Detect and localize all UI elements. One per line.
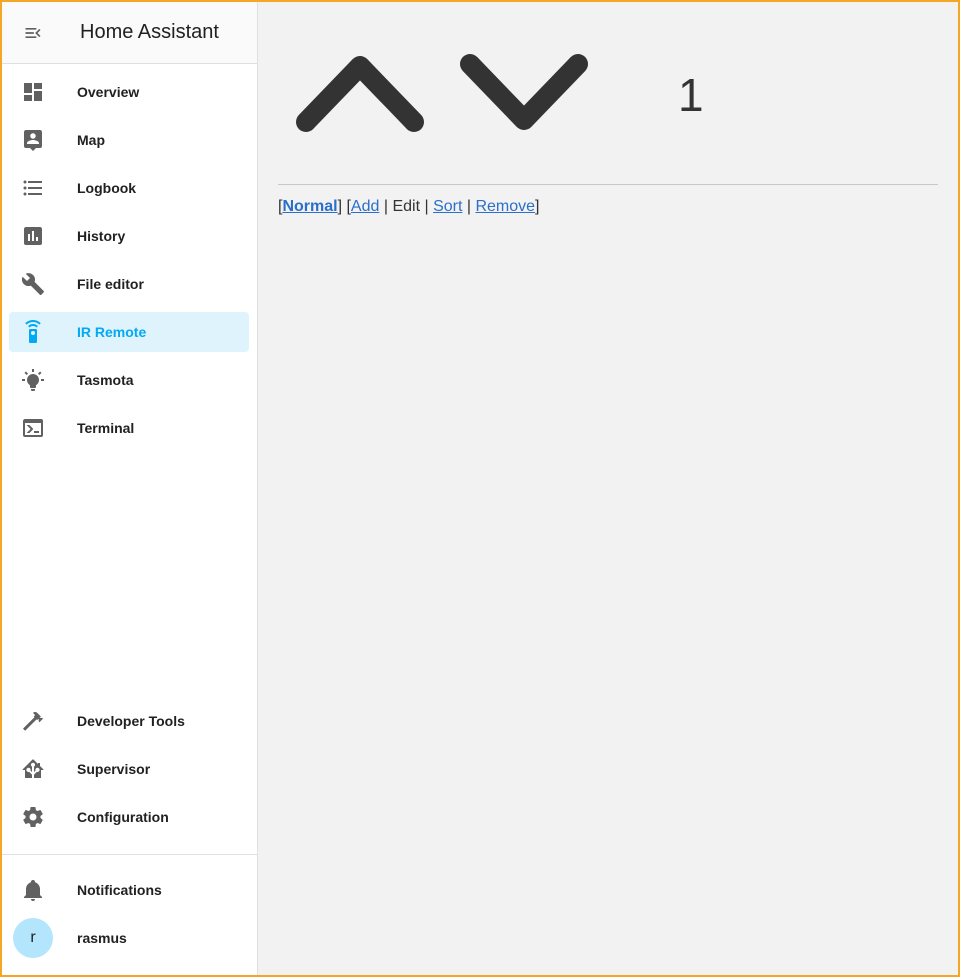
- sidebar-item-profile[interactable]: r rasmus: [9, 918, 249, 958]
- sidebar-item-developer-tools[interactable]: Developer Tools: [9, 701, 249, 741]
- remote-icon: [21, 320, 45, 344]
- sidebar-item-tasmota[interactable]: Tasmota: [9, 360, 249, 400]
- lightbulb-icon: [21, 368, 45, 392]
- sidebar-divider: [2, 854, 258, 855]
- sidebar-item-ir-remote[interactable]: IR Remote: [9, 312, 249, 352]
- sidebar: Home Assistant Overview Map Logbook Hist…: [2, 2, 258, 975]
- user-name: rasmus: [77, 930, 127, 946]
- sidebar-item-logbook[interactable]: Logbook: [9, 168, 249, 208]
- separator: [278, 184, 938, 185]
- sidebar-item-label: Supervisor: [77, 761, 151, 777]
- map-person-icon: [21, 128, 45, 152]
- sidebar-item-label: Developer Tools: [77, 713, 185, 729]
- console-icon: [21, 416, 45, 440]
- main-content: 1 [Normal] [Add | Edit | Sort | Remove]: [258, 2, 958, 975]
- mode-sort-link[interactable]: Sort: [433, 198, 462, 215]
- home-assistant-icon: [21, 757, 45, 781]
- mode-edit-text: Edit: [392, 198, 421, 215]
- bell-icon: [21, 878, 45, 902]
- mode-links: [Normal] [Add | Edit | Sort | Remove]: [278, 198, 540, 215]
- sidebar-item-label: History: [77, 228, 126, 244]
- sidebar-item-file-editor[interactable]: File editor: [9, 264, 249, 304]
- sidebar-item-map[interactable]: Map: [9, 120, 249, 160]
- mode-add-link[interactable]: Add: [351, 198, 379, 215]
- list-icon: [21, 176, 45, 200]
- mode-remove-link[interactable]: Remove: [475, 198, 535, 215]
- sidebar-item-history[interactable]: History: [9, 216, 249, 256]
- app-title: Home Assistant: [80, 21, 219, 43]
- sidebar-item-label: Tasmota: [77, 372, 134, 388]
- sidebar-item-label: Overview: [77, 84, 140, 100]
- sidebar-item-label: Configuration: [77, 809, 169, 825]
- gear-icon: [21, 805, 45, 829]
- sidebar-item-terminal[interactable]: Terminal: [9, 408, 249, 448]
- chart-bar-icon: [21, 224, 45, 248]
- hammer-icon: [21, 709, 45, 733]
- counter-value: 1: [678, 69, 704, 121]
- dashboard-icon: [21, 80, 45, 104]
- up-button[interactable]: [294, 52, 426, 139]
- sidebar-item-overview[interactable]: Overview: [9, 72, 249, 112]
- sidebar-item-label: Logbook: [77, 180, 137, 196]
- chevron-down-icon: [460, 54, 588, 130]
- chevron-up-icon: [296, 56, 424, 132]
- sidebar-item-label: IR Remote: [77, 324, 147, 340]
- sidebar-item-label: File editor: [77, 276, 144, 292]
- menu-open-icon: [25, 27, 41, 38]
- sidebar-item-label: Terminal: [77, 420, 135, 436]
- wrench-icon: [21, 272, 45, 296]
- down-button[interactable]: [458, 52, 590, 139]
- sidebar-item-supervisor[interactable]: Supervisor: [9, 749, 249, 789]
- sidebar-item-notifications[interactable]: Notifications: [9, 870, 249, 910]
- mode-normal-link[interactable]: Normal: [282, 198, 337, 215]
- sidebar-header: Home Assistant: [2, 2, 257, 64]
- sidebar-item-configuration[interactable]: Configuration: [9, 797, 249, 837]
- menu-toggle-button[interactable]: [2, 2, 64, 64]
- avatar: r: [13, 918, 53, 958]
- sidebar-item-label: Map: [77, 132, 105, 148]
- sidebar-item-label: Notifications: [77, 882, 162, 898]
